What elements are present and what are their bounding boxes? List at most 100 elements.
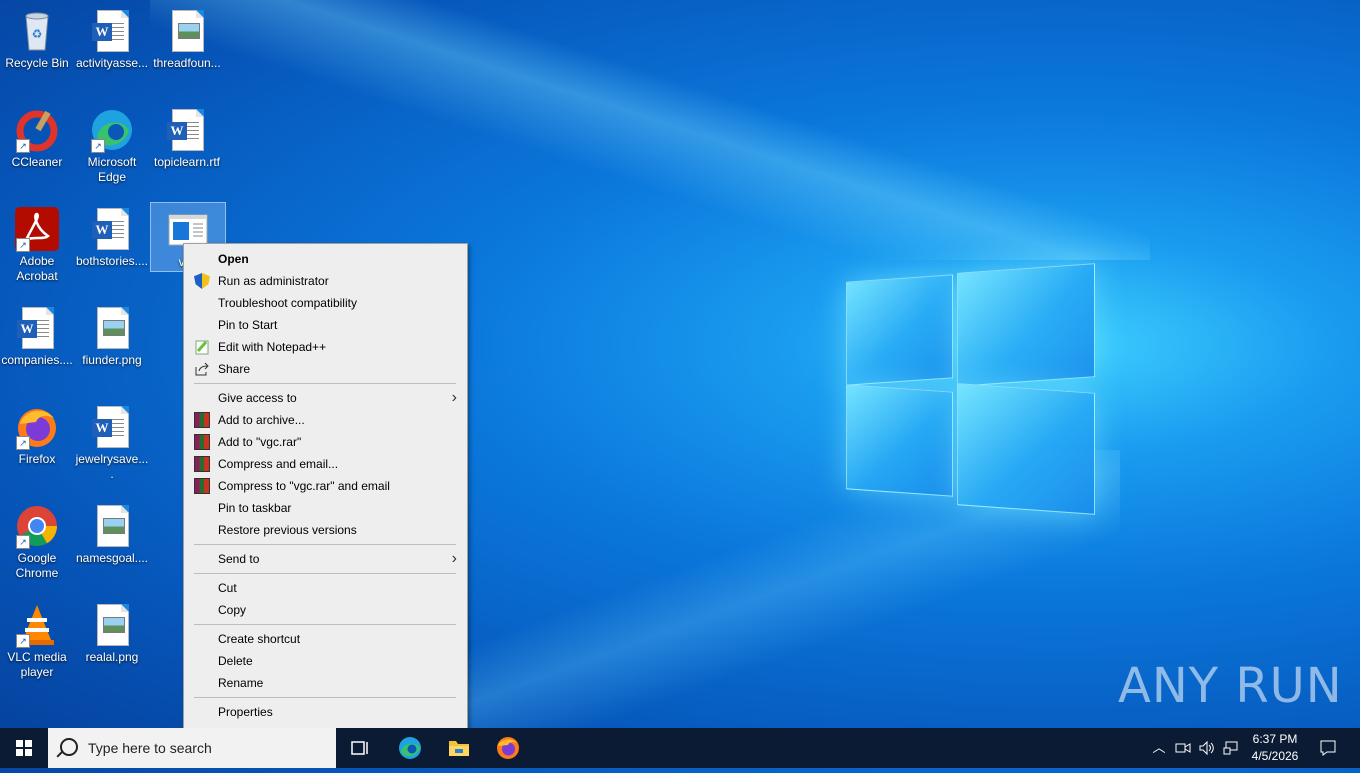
desktop-icon-jewelrysave[interactable]: W jewelrysave.... bbox=[75, 400, 149, 482]
chevron-up-icon: ︿ bbox=[1152, 740, 1166, 755]
image-file-icon bbox=[89, 503, 135, 549]
chevron-right-icon: › bbox=[451, 550, 457, 567]
menu-item-label: Compress to "vgc.rar" and email bbox=[218, 479, 390, 493]
menu-item-open[interactable]: Open bbox=[184, 248, 467, 270]
menu-item-copy[interactable]: Copy bbox=[184, 599, 467, 621]
menu-item-label: Add to archive... bbox=[218, 413, 305, 427]
svg-text:♻: ♻ bbox=[32, 27, 43, 41]
menu-item-label: Troubleshoot compatibility bbox=[218, 296, 357, 310]
menu-item-label: Delete bbox=[218, 654, 253, 668]
menu-item-compress-to-vgc-rar-and-email[interactable]: Compress to "vgc.rar" and email bbox=[184, 475, 467, 497]
action-center-button[interactable] bbox=[1312, 728, 1344, 768]
menu-item-add-to-archive[interactable]: Add to archive... bbox=[184, 409, 467, 431]
desktop-icon-fiunder[interactable]: fiunder.png bbox=[75, 301, 149, 368]
icon-label: CCleaner bbox=[11, 155, 63, 169]
firefox-icon: ↗ bbox=[14, 404, 60, 450]
taskbar-firefox-button[interactable] bbox=[484, 728, 532, 768]
menu-item-send-to[interactable]: Send to › bbox=[184, 548, 467, 570]
desktop-icon-realal[interactable]: realal.png bbox=[75, 598, 149, 665]
windows-logo-wallpaper bbox=[846, 258, 1095, 515]
menu-item-pin-to-taskbar[interactable]: Pin to taskbar bbox=[184, 497, 467, 519]
icon-label: threadfoun... bbox=[153, 56, 221, 70]
edge-icon bbox=[399, 737, 421, 759]
desktop-icon-adobe-acrobat[interactable]: ↗ Adobe Acrobat bbox=[0, 202, 74, 284]
menu-item-rename[interactable]: Rename bbox=[184, 672, 467, 694]
menu-separator bbox=[194, 383, 456, 384]
menu-item-edit-with-notepadpp[interactable]: Edit with Notepad++ bbox=[184, 336, 467, 358]
menu-item-create-shortcut[interactable]: Create shortcut bbox=[184, 628, 467, 650]
meet-now-icon bbox=[1175, 743, 1191, 753]
menu-item-label: Compress and email... bbox=[218, 457, 339, 471]
image-file-icon bbox=[89, 305, 135, 351]
desktop-icon-bothstories[interactable]: W bothstories.... bbox=[75, 202, 149, 269]
context-menu: Open Run as administrator Troubleshoot c… bbox=[183, 243, 468, 730]
menu-item-share[interactable]: Share bbox=[184, 358, 467, 380]
desktop-icon-vlc[interactable]: ↗ VLC media player bbox=[0, 598, 74, 680]
light-ray bbox=[150, 0, 1150, 260]
word-document-icon: W bbox=[89, 206, 135, 252]
desktop-icon-topiclearn[interactable]: W topiclearn.rtf bbox=[150, 103, 224, 170]
meet-now-button[interactable] bbox=[1172, 728, 1194, 768]
icon-label: fiunder.png bbox=[82, 353, 142, 367]
file-explorer-icon bbox=[449, 741, 469, 756]
menu-item-label: Edit with Notepad++ bbox=[218, 340, 327, 354]
desktop-icon-recycle-bin[interactable]: ♻ Recycle Bin bbox=[0, 4, 74, 71]
start-button[interactable] bbox=[0, 728, 48, 768]
icon-label: realal.png bbox=[85, 650, 139, 664]
taskbar-search-box[interactable]: Type here to search bbox=[48, 728, 336, 768]
menu-item-label: Send to bbox=[218, 552, 260, 566]
taskbar: Type here to search ︿ 6:37 PM 4/5/2026 bbox=[0, 728, 1360, 768]
desktop-icon-activityasse[interactable]: W activityasse... bbox=[75, 4, 149, 71]
icon-label: Adobe Acrobat bbox=[16, 254, 58, 283]
desktop-icon-microsoft-edge[interactable]: ↗ Microsoft Edge bbox=[75, 103, 149, 185]
desktop-icon-ccleaner[interactable]: ↗ CCleaner bbox=[0, 103, 74, 170]
menu-item-label: Give access to bbox=[218, 391, 297, 405]
uac-shield-icon bbox=[194, 273, 210, 289]
menu-item-delete[interactable]: Delete bbox=[184, 650, 467, 672]
icon-label: companies.... bbox=[1, 353, 73, 367]
menu-item-troubleshoot-compatibility[interactable]: Troubleshoot compatibility bbox=[184, 292, 467, 314]
menu-item-add-to-vgc-rar[interactable]: Add to "vgc.rar" bbox=[184, 431, 467, 453]
ccleaner-icon: ↗ bbox=[14, 107, 60, 153]
taskbar-file-explorer-button[interactable] bbox=[435, 728, 483, 768]
menu-item-give-access-to[interactable]: Give access to › bbox=[184, 387, 467, 409]
menu-item-label: Pin to Start bbox=[218, 318, 278, 332]
chrome-icon: ↗ bbox=[14, 503, 60, 549]
search-placeholder: Type here to search bbox=[88, 740, 212, 756]
icon-label: Microsoft Edge bbox=[87, 155, 137, 184]
menu-item-label: Open bbox=[218, 252, 249, 266]
network-button[interactable] bbox=[1220, 728, 1242, 768]
taskbar-edge-button[interactable] bbox=[386, 728, 434, 768]
menu-item-run-as-administrator[interactable]: Run as administrator bbox=[184, 270, 467, 292]
vlc-icon: ↗ bbox=[14, 602, 60, 648]
firefox-icon bbox=[497, 737, 519, 759]
menu-separator bbox=[194, 624, 456, 625]
menu-item-label: Share bbox=[218, 362, 251, 376]
icon-label: namesgoal.... bbox=[75, 551, 149, 565]
menu-separator bbox=[194, 697, 456, 698]
menu-item-label: Pin to taskbar bbox=[218, 501, 292, 515]
desktop-icon-threadfoun[interactable]: threadfoun... bbox=[150, 4, 224, 71]
desktop-icon-namesgoal[interactable]: namesgoal.... bbox=[75, 499, 149, 566]
volume-button[interactable] bbox=[1196, 728, 1218, 768]
icon-label: Firefox bbox=[18, 452, 56, 466]
chevron-right-icon: › bbox=[451, 389, 457, 406]
winrar-icon bbox=[194, 412, 210, 428]
menu-item-compress-and-email[interactable]: Compress and email... bbox=[184, 453, 467, 475]
desktop-icon-companies[interactable]: W companies.... bbox=[0, 301, 74, 368]
menu-item-properties[interactable]: Properties bbox=[184, 701, 467, 723]
show-hidden-icons-button[interactable]: ︿ bbox=[1148, 728, 1170, 768]
icon-label: bothstories.... bbox=[75, 254, 149, 268]
desktop-icon-firefox[interactable]: ↗ Firefox bbox=[0, 400, 74, 467]
menu-item-cut[interactable]: Cut bbox=[184, 577, 467, 599]
icon-label: VLC media player bbox=[7, 650, 67, 679]
icon-label: jewelrysave.... bbox=[75, 452, 149, 481]
menu-item-restore-previous-versions[interactable]: Restore previous versions bbox=[184, 519, 467, 541]
taskbar-clock[interactable]: 6:37 PM 4/5/2026 bbox=[1244, 731, 1306, 765]
search-icon bbox=[60, 738, 78, 756]
task-view-button[interactable] bbox=[336, 728, 384, 768]
desktop-icon-google-chrome[interactable]: ↗ Google Chrome bbox=[0, 499, 74, 581]
winrar-icon bbox=[194, 478, 210, 494]
menu-item-pin-to-start[interactable]: Pin to Start bbox=[184, 314, 467, 336]
image-file-icon bbox=[164, 8, 210, 54]
